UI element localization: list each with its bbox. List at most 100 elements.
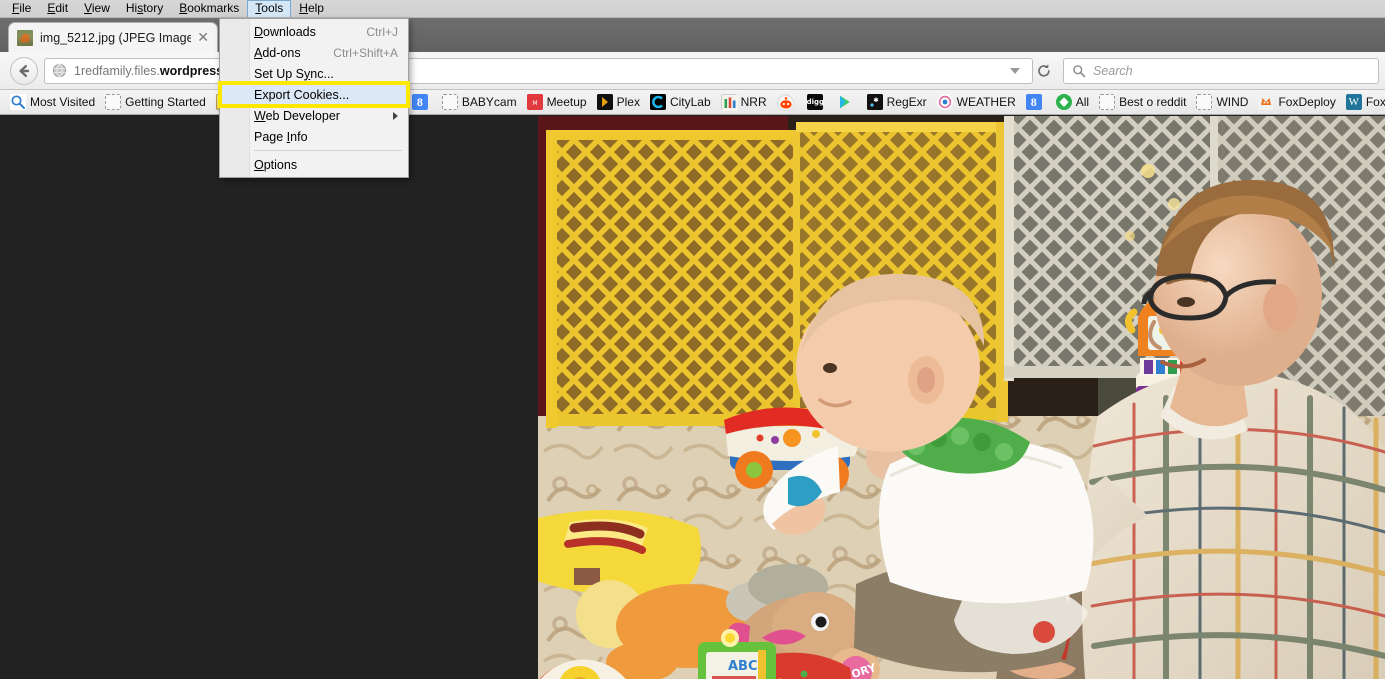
content-area: STORY ABC: [0, 116, 1385, 679]
bookmark-label: NRR: [740, 95, 767, 109]
bookmark-item[interactable]: [832, 92, 862, 113]
bookmark-item[interactable]: Plex: [592, 92, 645, 113]
bookmark-item[interactable]: 8: [407, 92, 437, 113]
url-prefix: 1redfamily.files.: [74, 63, 160, 78]
bookmark-label: Best o reddit: [1119, 95, 1187, 109]
menubar-item-tools[interactable]: Tools: [247, 0, 292, 17]
citylab-icon: [649, 94, 666, 110]
bookmark-item[interactable]: FoxDeploy: [1253, 92, 1340, 113]
navigation-toolbar: 1redfamily.files.wordpress.com Search: [0, 52, 1385, 90]
search-icon: [1073, 64, 1086, 77]
chevron-down-icon[interactable]: [1010, 67, 1020, 74]
svg-text:ABC: ABC: [728, 659, 758, 674]
bookmark-item[interactable]: M Meetup: [522, 92, 592, 113]
bookmark-item[interactable]: WFoxS: [1341, 92, 1385, 113]
most-visited-icon: [10, 94, 26, 110]
fox-icon: [1258, 94, 1275, 110]
menu-item-shortcut: Ctrl+J: [366, 24, 398, 39]
menu-item-label: Add-ons: [254, 45, 301, 60]
plex-icon: [596, 94, 613, 110]
menu-separator: [254, 150, 402, 151]
blank-page-icon: [1099, 94, 1116, 110]
back-button[interactable]: [10, 56, 38, 85]
bookmark-item[interactable]: RegExr: [862, 92, 932, 113]
menu-item-downloads[interactable]: Downloads Ctrl+J: [220, 21, 408, 42]
menu-item-shortcut: Ctrl+Shift+A: [333, 45, 398, 60]
regexr-icon: [866, 94, 883, 110]
jpeg-image[interactable]: STORY ABC: [538, 116, 1385, 679]
url-bar[interactable]: 1redfamily.files.wordpress.com: [44, 57, 1033, 84]
bookmark-item[interactable]: WIND: [1191, 92, 1253, 113]
bookmark-label: All: [1075, 95, 1090, 109]
menu-item-options[interactable]: Options: [220, 154, 408, 175]
browser-window: File Edit View History Bookmarks Tools Help im…: [0, 0, 1385, 679]
bookmark-item[interactable]: Best o reddit: [1094, 92, 1191, 113]
menu-item-label: Web Developer: [254, 108, 340, 123]
menu-bar: File Edit View History Bookmarks Tools Help: [0, 0, 1385, 18]
bookmark-item[interactable]: All: [1051, 92, 1094, 113]
blank-page-icon: [441, 94, 458, 110]
blank-page-icon: [1196, 94, 1213, 110]
svg-text:M: M: [532, 100, 537, 107]
tab-title: img_5212.jpg (JPEG Image,...: [40, 30, 192, 45]
menu-item-page-info[interactable]: Page Info: [220, 126, 408, 147]
chevron-right-icon: [393, 111, 398, 120]
digg-icon: digg: [806, 94, 824, 110]
bookmark-item[interactable]: WEATHER: [932, 92, 1021, 113]
reddit-icon: [776, 94, 794, 111]
reload-button[interactable]: [1033, 59, 1055, 83]
google-icon: 8: [411, 94, 428, 110]
bookmark-label: WIND: [1216, 95, 1249, 109]
bookmark-item[interactable]: Most Visited: [5, 92, 100, 113]
menubar-item-edit[interactable]: Edit: [39, 0, 76, 17]
bookmarks-bar: Most VisitedGetting Started8TNPS8BABYcam…: [0, 90, 1385, 115]
bookmark-item[interactable]: NRR: [716, 92, 772, 113]
feedly-icon: [1055, 94, 1072, 110]
menu-item-label: Downloads: [254, 24, 316, 39]
bookmark-item[interactable]: Getting Started: [100, 92, 211, 113]
menu-item-set-up-sync[interactable]: Set Up Sync...: [220, 63, 408, 84]
bookmark-label: FoxDeploy: [1278, 95, 1336, 109]
url-text: 1redfamily.files.wordpress.com: [74, 64, 1006, 78]
tab-strip: img_5212.jpg (JPEG Image,... ✕: [0, 18, 1385, 52]
menubar-item-view[interactable]: View: [76, 0, 118, 17]
fox-favicon-icon: [17, 29, 33, 46]
search-input[interactable]: Search: [1093, 64, 1133, 78]
bookmark-item[interactable]: BABYcam: [437, 92, 522, 113]
reload-icon: [1038, 63, 1050, 77]
bookmark-label: Meetup: [546, 95, 587, 109]
bookmark-label: RegExr: [886, 95, 927, 109]
menu-item-add-ons[interactable]: Add-ons Ctrl+Shift+A: [220, 42, 408, 63]
bookmark-label: CityLab: [669, 95, 711, 109]
bookmark-label: WEATHER: [956, 95, 1016, 109]
menubar-item-file[interactable]: File: [4, 0, 39, 17]
search-bar[interactable]: Search: [1063, 57, 1379, 84]
tools-menu-popup: Downloads Ctrl+J Add-ons Ctrl+Shift+A Set Up…: [219, 18, 409, 178]
bookmark-item[interactable]: digg: [802, 92, 832, 113]
globe-icon: [52, 63, 67, 78]
bookmark-item[interactable]: 8: [1021, 92, 1051, 113]
bookmark-label: BABYcam: [461, 95, 517, 109]
menu-item-label: Export Cookies...: [254, 87, 350, 102]
wordpress-icon: W: [1345, 94, 1362, 110]
menu-item-export-cookies[interactable]: Export Cookies...: [220, 84, 408, 105]
nrr-icon: [720, 94, 738, 111]
menu-item-label: Page Info: [254, 129, 308, 144]
weather-icon: [936, 94, 953, 110]
menubar-item-bookmarks[interactable]: Bookmarks: [171, 0, 247, 17]
menu-item-label: Set Up Sync...: [254, 66, 334, 81]
bookmark-item[interactable]: CityLab: [645, 92, 716, 113]
menu-item-web-developer[interactable]: Web Developer: [220, 105, 408, 126]
menu-item-label: Options: [254, 157, 298, 172]
bookmark-label: Plex: [616, 95, 640, 109]
menubar-item-help[interactable]: Help: [291, 0, 332, 17]
bookmark-item[interactable]: [772, 92, 802, 113]
back-arrow-icon: [19, 64, 30, 77]
blank-page-icon: [105, 94, 122, 110]
close-icon[interactable]: ✕: [191, 30, 211, 46]
tab-active[interactable]: img_5212.jpg (JPEG Image,... ✕: [8, 22, 218, 52]
image-viewport[interactable]: STORY ABC: [538, 116, 1385, 679]
google-icon: 8: [1025, 94, 1042, 110]
bookmark-label: Getting Started: [125, 95, 206, 109]
menubar-item-history[interactable]: History: [118, 0, 171, 17]
